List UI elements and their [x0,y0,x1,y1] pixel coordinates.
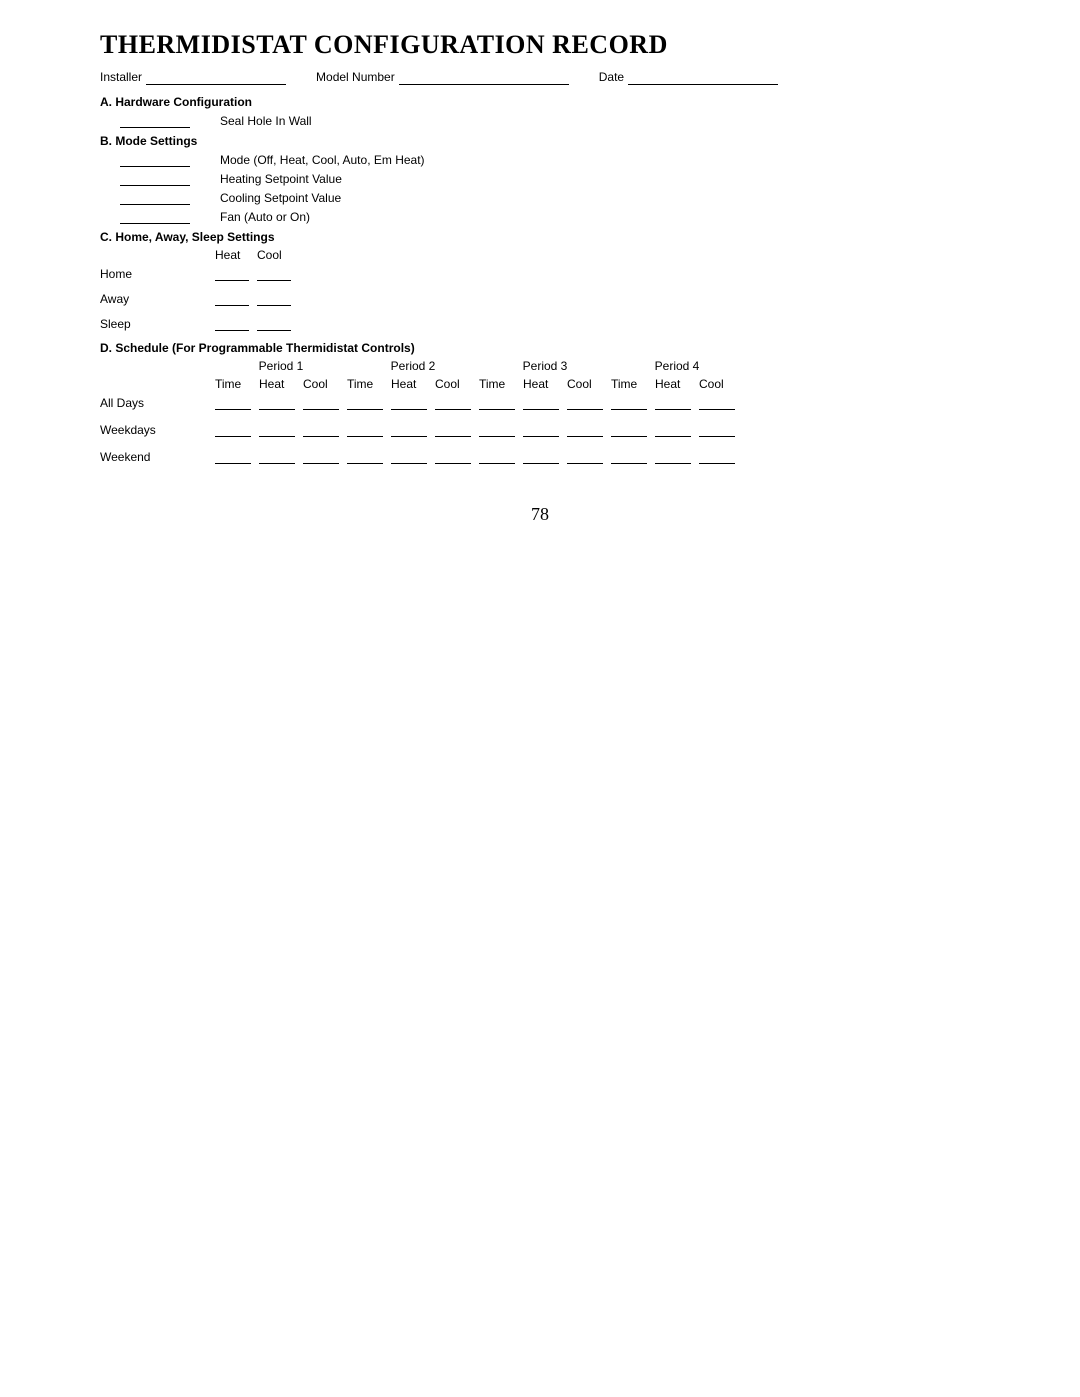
row-away: Away [100,292,215,306]
sub-time: Time [611,377,655,391]
cell-blank[interactable] [523,449,559,464]
cell-blank[interactable] [567,395,603,410]
cell-blank[interactable] [699,449,735,464]
cell-blank[interactable] [215,316,249,331]
cell-blank[interactable] [435,449,471,464]
cell-blank[interactable] [391,449,427,464]
page-title: THERMIDISTAT CONFIGURATION RECORD [100,30,980,60]
sub-time: Time [479,377,523,391]
cell-blank[interactable] [699,422,735,437]
cell-blank[interactable] [215,395,251,410]
model-label: Model Number [316,70,395,84]
col-heat: Heat [215,248,257,262]
sub-heat: Heat [391,377,435,391]
cell-blank[interactable] [215,422,251,437]
cell-blank[interactable] [611,395,647,410]
config-blank[interactable] [120,113,190,128]
cell-blank[interactable] [257,266,291,281]
config-label: Heating Setpoint Value [220,172,342,186]
period-4: Period 4 [611,359,743,373]
date-label: Date [599,70,624,84]
section-c-title: C. Home, Away, Sleep Settings [100,230,980,244]
config-blank[interactable] [120,190,190,205]
sub-heat: Heat [655,377,699,391]
period-3: Period 3 [479,359,611,373]
section-a-title: A. Hardware Configuration [100,95,980,109]
cell-blank[interactable] [257,316,291,331]
sub-cool: Cool [567,377,611,391]
section-d-title: D. Schedule (For Programmable Thermidist… [100,341,980,355]
cell-blank[interactable] [655,449,691,464]
cell-blank[interactable] [611,449,647,464]
sub-cool: Cool [303,377,347,391]
cell-blank[interactable] [523,395,559,410]
cell-blank[interactable] [259,449,295,464]
sub-heat: Heat [523,377,567,391]
cell-blank[interactable] [347,449,383,464]
cell-blank[interactable] [655,395,691,410]
cell-blank[interactable] [435,395,471,410]
cell-blank[interactable] [347,422,383,437]
config-label: Mode (Off, Heat, Cool, Auto, Em Heat) [220,153,425,167]
config-label: Seal Hole In Wall [220,114,312,128]
config-blank[interactable] [120,152,190,167]
cell-blank[interactable] [523,422,559,437]
row-sleep: Sleep [100,317,215,331]
cell-blank[interactable] [655,422,691,437]
config-label: Fan (Auto or On) [220,210,310,224]
section-b-title: B. Mode Settings [100,134,980,148]
cell-blank[interactable] [391,422,427,437]
model-field[interactable] [399,70,569,85]
row-alldays: All Days [100,396,215,410]
sub-cool: Cool [435,377,479,391]
row-weekdays: Weekdays [100,423,215,437]
installer-label: Installer [100,70,142,84]
installer-field[interactable] [146,70,286,85]
col-cool: Cool [257,248,299,262]
cell-blank[interactable] [215,266,249,281]
period-2: Period 2 [347,359,479,373]
row-weekend: Weekend [100,450,215,464]
cell-blank[interactable] [699,395,735,410]
config-label: Cooling Setpoint Value [220,191,341,205]
config-blank[interactable] [120,171,190,186]
cell-blank[interactable] [303,395,339,410]
sub-time: Time [347,377,391,391]
cell-blank[interactable] [567,422,603,437]
cell-blank[interactable] [347,395,383,410]
cell-blank[interactable] [257,291,291,306]
cell-blank[interactable] [567,449,603,464]
page-number: 78 [100,504,980,525]
date-field[interactable] [628,70,778,85]
cell-blank[interactable] [215,449,251,464]
cell-blank[interactable] [259,395,295,410]
cell-blank[interactable] [215,291,249,306]
sub-cool: Cool [699,377,743,391]
cell-blank[interactable] [435,422,471,437]
config-blank[interactable] [120,209,190,224]
cell-blank[interactable] [259,422,295,437]
cell-blank[interactable] [611,422,647,437]
cell-blank[interactable] [479,422,515,437]
sub-time: Time [215,377,259,391]
cell-blank[interactable] [479,449,515,464]
sub-heat: Heat [259,377,303,391]
row-home: Home [100,267,215,281]
cell-blank[interactable] [303,449,339,464]
header-row: Installer Model Number Date [100,70,980,85]
cell-blank[interactable] [391,395,427,410]
cell-blank[interactable] [479,395,515,410]
period-1: Period 1 [215,359,347,373]
cell-blank[interactable] [303,422,339,437]
